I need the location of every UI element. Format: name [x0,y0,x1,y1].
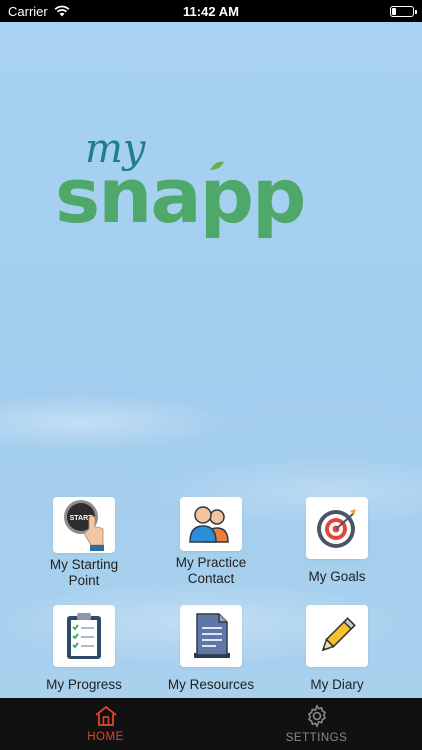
home-icon [94,705,117,726]
tile-icon-box [306,605,368,667]
tile-my-progress[interactable]: My Progress [14,605,154,695]
tab-bar: HOME SETTINGS [0,698,422,750]
tile-label: My Diary [310,677,364,692]
wifi-icon [54,5,70,17]
mysnapp-logo: my snapp [55,130,306,240]
tab-settings-label: SETTINGS [285,732,348,744]
gear-icon [307,704,326,728]
start-button-icon: START [64,500,104,551]
tile-icon-box [180,497,242,551]
tile-icon-box: START [53,497,115,553]
tab-home[interactable]: HOME [0,698,211,750]
tab-settings[interactable]: SETTINGS [211,698,422,750]
tile-my-resources[interactable]: My Resources [141,605,281,695]
status-bar: Carrier 11:42 AM [0,0,422,22]
tile-label: My Starting Point [49,557,119,588]
people-icon [189,506,229,543]
sky-background [0,22,422,698]
tile-label: My Progress [46,677,122,692]
clipboard-checklist-icon [67,613,101,659]
tile-label: My Goals [308,569,366,584]
target-icon [317,509,356,548]
tile-label: My Resources [167,677,255,692]
tile-label: My Practice Contact [175,555,247,586]
tile-icon-box [53,605,115,667]
battery-icon [390,5,417,17]
carrier-label: Carrier [8,3,48,19]
tile-my-goals[interactable]: My Goals [267,497,407,587]
tile-icon-box [306,497,368,559]
tile-icon-box [180,605,242,667]
status-left: Carrier [8,4,70,19]
tile-my-starting-point[interactable]: START My Starting Point [14,497,154,588]
tile-my-diary[interactable]: My Diary [267,605,407,695]
pencil-icon [321,617,356,652]
document-icon [194,613,230,658]
tab-home-label: HOME [87,731,124,743]
tile-my-practice-contact[interactable]: My Practice Contact [141,497,281,587]
logo-word-text: snapp [55,151,304,240]
